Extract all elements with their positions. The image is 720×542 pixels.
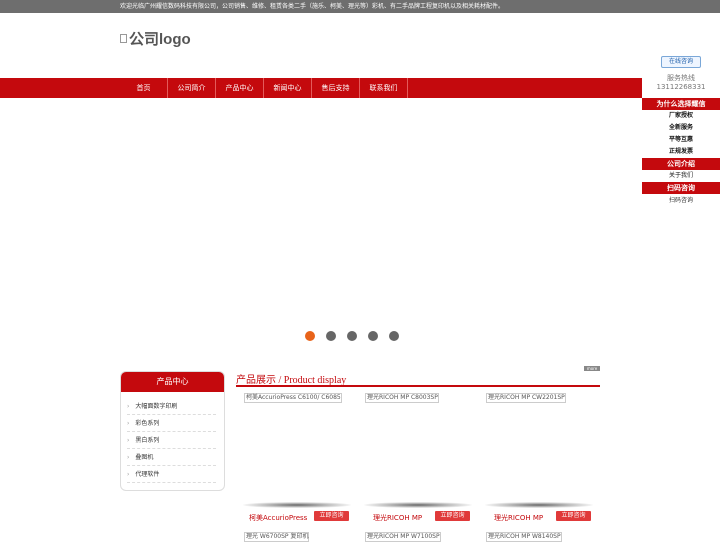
about-us-link[interactable]: 关于我们 — [642, 170, 720, 182]
consult-now-button[interactable]: 立即咨询 — [556, 511, 591, 521]
category-item[interactable]: › 大幅面数字印刷 — [127, 398, 216, 415]
arrow-right-icon: › — [127, 454, 130, 461]
arrow-right-icon: › — [127, 420, 130, 427]
nav-menu: 首页 公司简介 产品中心 新闻中心 售后支持 联系我们 — [120, 78, 408, 98]
welcome-text: 欢迎光临广州耀信数码科技有限公司，公司销售、维修、租赁各类二手（施乐、柯美、理光… — [120, 3, 505, 10]
company-logo[interactable]: 公司logo — [120, 28, 191, 48]
banner-dot-2[interactable] — [326, 331, 336, 341]
hotline: 服务热线 13112268331 — [642, 74, 720, 92]
product-shadow — [485, 502, 593, 508]
product-name[interactable]: 理光RICOH MP — [494, 513, 543, 523]
more-link[interactable]: more — [584, 366, 600, 371]
main-navbar: 首页 公司简介 产品中心 新闻中心 售后支持 联系我们 — [0, 78, 720, 98]
product-image[interactable]: 理光RICOH MP CW2201SP — [486, 393, 566, 403]
nav-item-about[interactable]: 公司简介 — [168, 78, 216, 98]
qr-alt-text: 扫码咨询 — [668, 197, 693, 204]
products-title: 产品展示 / Product display — [236, 375, 347, 386]
product-category-panel: 产品中心 › 大幅面数字印刷 › 彩色系列 › 黑白系列 › 叠图机 › 代理软件 — [120, 371, 225, 491]
scan-qr-heading: 扫码咨询 — [642, 182, 720, 194]
online-consult-button[interactable]: 在线咨询 — [661, 56, 701, 68]
arrow-right-icon: › — [127, 471, 130, 478]
banner-dot-5[interactable] — [389, 331, 399, 341]
banner-dot-1[interactable] — [305, 331, 315, 341]
hotline-label: 服务热线 — [667, 74, 695, 82]
category-list: › 大幅面数字印刷 › 彩色系列 › 黑白系列 › 叠图机 › 代理软件 — [121, 392, 224, 483]
category-title: 产品中心 — [121, 372, 224, 392]
consult-now-button[interactable]: 立即咨询 — [314, 511, 349, 521]
product-image[interactable]: 柯美AccurioPress C6100/ C6085 — [244, 393, 342, 403]
nav-item-contact[interactable]: 联系我们 — [360, 78, 408, 98]
why-choose-heading: 为什么选择耀信 — [642, 98, 720, 110]
why-item-equal[interactable]: 平等互惠 — [642, 134, 720, 146]
category-item[interactable]: › 黑白系列 — [127, 432, 216, 449]
qr-code-image: 扫码咨询 — [642, 194, 720, 208]
consult-now-button[interactable]: 立即咨询 — [435, 511, 470, 521]
nav-item-home[interactable]: 首页 — [120, 78, 168, 98]
product-shadow — [243, 502, 351, 508]
banner-dot-3[interactable] — [347, 331, 357, 341]
logo-alt-text: 公司logo — [129, 30, 191, 48]
nav-item-support[interactable]: 售后支持 — [312, 78, 360, 98]
product-name[interactable]: 柯美AccurioPress — [249, 513, 307, 523]
banner-dot-4[interactable] — [368, 331, 378, 341]
arrow-right-icon: › — [127, 403, 130, 410]
product-image[interactable]: 理光RICOH MP W8140SP — [486, 532, 562, 542]
products-title-underline — [236, 385, 600, 387]
nav-item-news[interactable]: 新闻中心 — [264, 78, 312, 98]
product-name[interactable]: 理光RICOH MP — [373, 513, 422, 523]
banner-pagination — [305, 331, 399, 341]
category-item[interactable]: › 代理软件 — [127, 466, 216, 483]
product-image[interactable]: 理光RICOH MP C8003SP — [365, 393, 439, 403]
why-item-invoice[interactable]: 正规发票 — [642, 146, 720, 158]
company-intro-heading: 公司介绍 — [642, 158, 720, 170]
category-item[interactable]: › 叠图机 — [127, 449, 216, 466]
hotline-number: 13112268331 — [656, 83, 706, 91]
product-image[interactable]: 理光RICOH MP W7100SP — [365, 532, 441, 542]
consult-label: 在线咨询 — [668, 58, 693, 65]
floating-sidebar: 在线咨询 服务热线 13112268331 为什么选择耀信 厂家授权 全新服务 … — [642, 50, 720, 208]
category-item[interactable]: › 彩色系列 — [127, 415, 216, 432]
why-item-authorized[interactable]: 厂家授权 — [642, 110, 720, 122]
broken-image-icon — [120, 33, 127, 43]
product-image[interactable]: 理光 W6700SP 复印机 — [244, 532, 310, 542]
nav-item-products[interactable]: 产品中心 — [216, 78, 264, 98]
product-shadow — [364, 502, 472, 508]
top-bar: 欢迎光临广州耀信数码科技有限公司，公司销售、维修、租赁各类二手（施乐、柯美、理光… — [0, 0, 720, 13]
arrow-right-icon: › — [127, 437, 130, 444]
why-item-service[interactable]: 全新服务 — [642, 122, 720, 134]
